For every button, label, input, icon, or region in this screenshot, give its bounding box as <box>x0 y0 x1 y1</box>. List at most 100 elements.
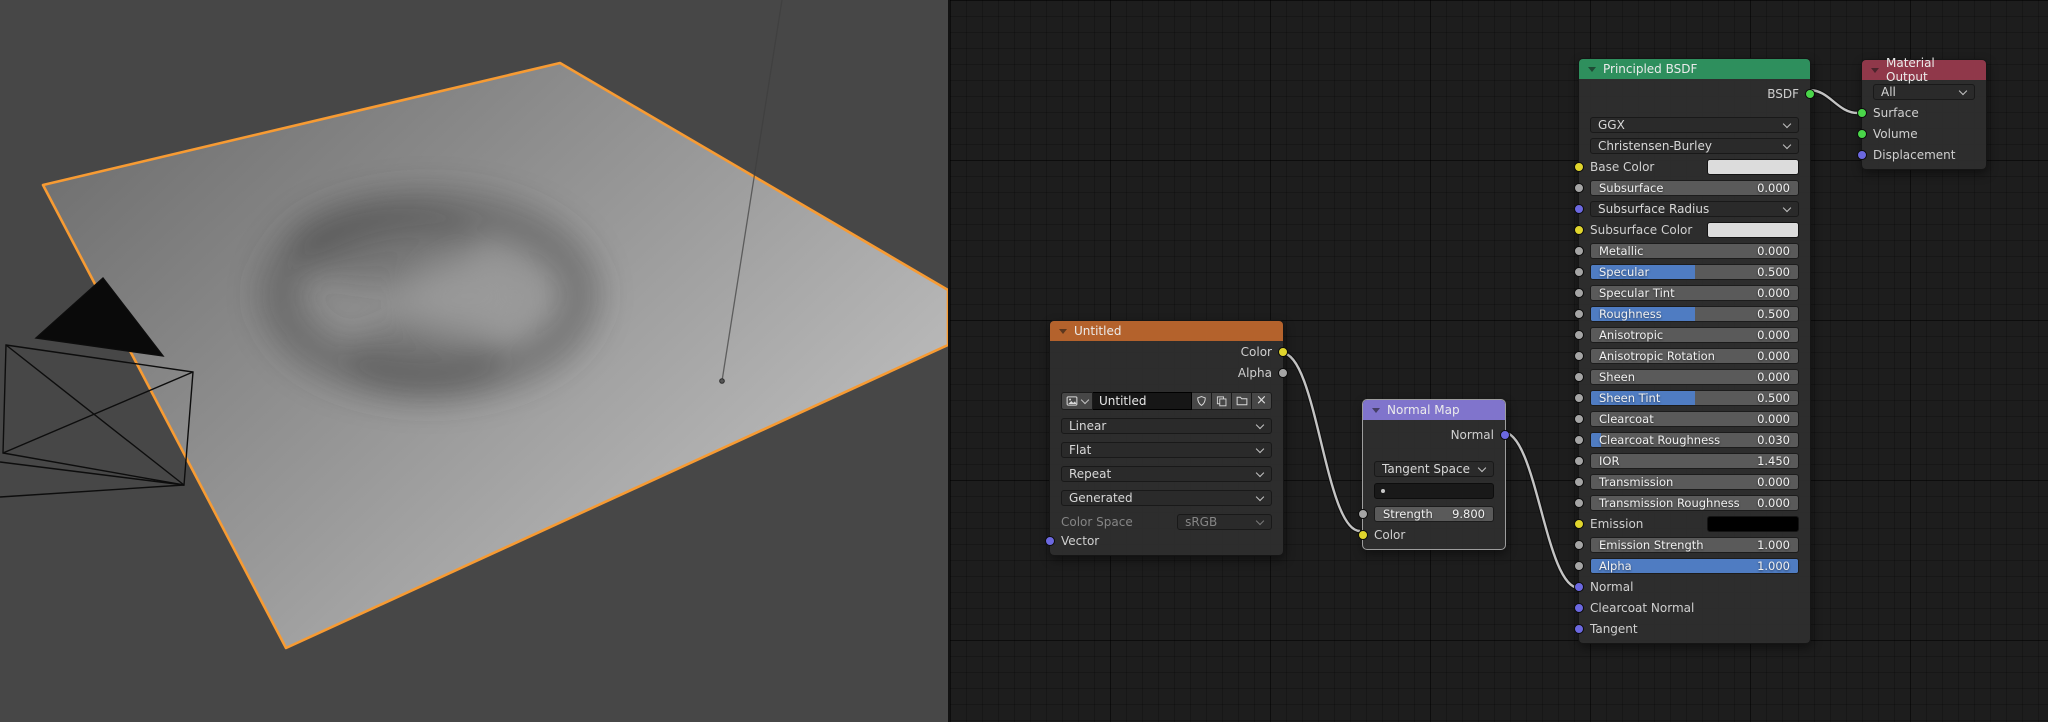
image-texture-node[interactable]: Untitled Color Alpha Untitled <box>1049 320 1284 556</box>
slider-ior[interactable]: IOR1.450 <box>1590 453 1799 469</box>
input-row-vector: Vector <box>1050 530 1283 551</box>
dropdown-subsurface-radius[interactable]: Subsurface Radius <box>1590 201 1799 217</box>
vector-socket[interactable] <box>1574 603 1584 613</box>
slider-roughness[interactable]: Roughness0.500 <box>1590 306 1799 322</box>
slider-specular[interactable]: Specular0.500 <box>1590 264 1799 280</box>
slider-transmission[interactable]: Transmission0.000 <box>1590 474 1799 490</box>
color-swatch-subsurface-color[interactable] <box>1707 222 1799 238</box>
open-image-button[interactable] <box>1232 392 1252 410</box>
value-socket[interactable] <box>1574 246 1584 256</box>
copy-icon <box>1216 395 1227 407</box>
shader-socket[interactable] <box>1857 129 1867 139</box>
principled-row-emission: Emission <box>1579 513 1810 534</box>
slider-subsurface[interactable]: Subsurface0.000 <box>1590 180 1799 196</box>
vector-socket[interactable] <box>1500 430 1510 440</box>
dropdown-ggx[interactable]: GGX <box>1590 117 1799 133</box>
principled-row-anisotropic: Anisotropic0.000 <box>1579 324 1810 345</box>
output-label: Alpha <box>1238 366 1272 380</box>
dropdown-flat[interactable]: Flat <box>1061 442 1272 458</box>
collapse-icon[interactable] <box>1372 408 1380 413</box>
value-socket[interactable] <box>1574 267 1584 277</box>
3d-viewport[interactable] <box>0 0 948 722</box>
slider-anisotropic[interactable]: Anisotropic0.000 <box>1590 327 1799 343</box>
strength-slider[interactable]: Strength 9.800 <box>1374 506 1494 522</box>
value-socket[interactable] <box>1574 330 1584 340</box>
output-target-dropdown[interactable]: All <box>1873 84 1975 100</box>
image-name-field[interactable]: Untitled <box>1093 392 1192 410</box>
input-label: Volume <box>1873 127 1918 141</box>
value-socket[interactable] <box>1574 393 1584 403</box>
input-row-displacement: Displacement <box>1862 144 1986 165</box>
value-socket[interactable] <box>1574 477 1584 487</box>
output-label: Color <box>1241 345 1272 359</box>
principled-row-alpha: Alpha1.000 <box>1579 555 1810 576</box>
value-socket[interactable] <box>1574 288 1584 298</box>
color-label: Emission <box>1590 517 1643 531</box>
fake-user-button[interactable] <box>1192 392 1212 410</box>
value-socket[interactable] <box>1574 540 1584 550</box>
slider-anisotropic-rotation[interactable]: Anisotropic Rotation0.000 <box>1590 348 1799 364</box>
slider-specular-tint[interactable]: Specular Tint0.000 <box>1590 285 1799 301</box>
value-socket[interactable] <box>1574 456 1584 466</box>
value-socket[interactable] <box>1574 309 1584 319</box>
value-socket[interactable] <box>1574 372 1584 382</box>
uv-map-field[interactable] <box>1374 483 1494 499</box>
material-output-node-header[interactable]: Material Output <box>1862 60 1986 80</box>
dropdown-generated[interactable]: Generated <box>1061 490 1272 506</box>
value-socket[interactable] <box>1574 498 1584 508</box>
color-swatch-base-color[interactable] <box>1707 159 1799 175</box>
value-socket[interactable] <box>1574 561 1584 571</box>
normal-map-node[interactable]: Normal Map Normal Tangent Space Strength… <box>1362 399 1506 550</box>
slider-alpha[interactable]: Alpha1.000 <box>1590 558 1799 574</box>
value-socket[interactable] <box>1574 183 1584 193</box>
slider-sheen-tint[interactable]: Sheen Tint0.500 <box>1590 390 1799 406</box>
value-socket[interactable] <box>1574 351 1584 361</box>
dropdown-christensen-burley[interactable]: Christensen-Burley <box>1590 138 1799 154</box>
vector-socket[interactable] <box>1857 150 1867 160</box>
chevron-down-icon <box>1256 518 1264 526</box>
shader-socket[interactable] <box>1857 108 1867 118</box>
shader-socket[interactable] <box>1805 89 1815 99</box>
slider-transmission-roughness[interactable]: Transmission Roughness0.000 <box>1590 495 1799 511</box>
slider-sheen[interactable]: Sheen0.000 <box>1590 369 1799 385</box>
value-socket[interactable] <box>1574 435 1584 445</box>
color-socket[interactable] <box>1574 225 1584 235</box>
principled-row-ior: IOR1.450 <box>1579 450 1810 471</box>
image-texture-node-header[interactable]: Untitled <box>1050 321 1283 341</box>
slider-value: 0.030 <box>1757 433 1790 447</box>
collapse-icon[interactable] <box>1871 68 1879 73</box>
color-socket[interactable] <box>1278 347 1288 357</box>
value-socket[interactable] <box>1278 368 1288 378</box>
image-browse-button[interactable] <box>1061 392 1093 410</box>
slider-clearcoat[interactable]: Clearcoat0.000 <box>1590 411 1799 427</box>
slider-clearcoat-roughness[interactable]: Clearcoat Roughness0.030 <box>1590 432 1799 448</box>
principled-bsdf-node[interactable]: Principled BSDF BSDF GGXChristensen-Burl… <box>1578 58 1811 644</box>
color-swatch-emission[interactable] <box>1707 516 1799 532</box>
collapse-icon[interactable] <box>1059 329 1067 334</box>
unlink-image-button[interactable]: × <box>1252 392 1272 410</box>
input-row-volume: Volume <box>1862 123 1986 144</box>
color-socket[interactable] <box>1574 162 1584 172</box>
vector-socket[interactable] <box>1045 536 1055 546</box>
slider-emission-strength[interactable]: Emission Strength1.000 <box>1590 537 1799 553</box>
principled-bsdf-node-header[interactable]: Principled BSDF <box>1579 59 1810 79</box>
duplicate-image-button[interactable] <box>1212 392 1232 410</box>
principled-row-specular: Specular0.500 <box>1579 261 1810 282</box>
vector-socket[interactable] <box>1574 204 1584 214</box>
material-output-node[interactable]: Material Output All SurfaceVolumeDisplac… <box>1861 59 1987 170</box>
normal-map-space-dropdown[interactable]: Tangent Space <box>1374 461 1494 477</box>
value-socket[interactable] <box>1358 509 1368 519</box>
color-socket[interactable] <box>1358 530 1368 540</box>
dropdown-linear[interactable]: Linear <box>1061 418 1272 434</box>
normal-map-node-header[interactable]: Normal Map <box>1363 400 1505 420</box>
dropdown-repeat[interactable]: Repeat <box>1061 466 1272 482</box>
color-space-dropdown[interactable]: sRGB <box>1177 514 1272 530</box>
slider-metallic[interactable]: Metallic0.000 <box>1590 243 1799 259</box>
value-socket[interactable] <box>1574 414 1584 424</box>
vector-socket[interactable] <box>1574 582 1584 592</box>
collapse-icon[interactable] <box>1588 67 1596 72</box>
principled-row-clearcoat: Clearcoat0.000 <box>1579 408 1810 429</box>
principled-row-transmission-roughness: Transmission Roughness0.000 <box>1579 492 1810 513</box>
color-socket[interactable] <box>1574 519 1584 529</box>
vector-socket[interactable] <box>1574 624 1584 634</box>
